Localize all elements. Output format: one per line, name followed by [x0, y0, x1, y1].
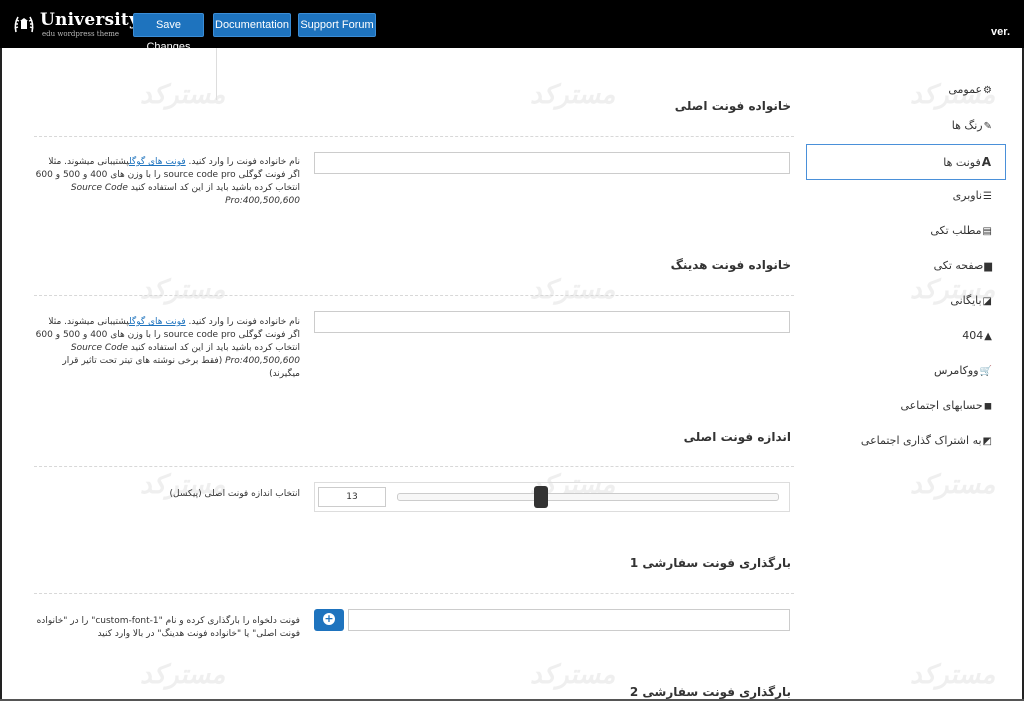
- section-title-custom-font-2: بارگذاری فونت سفارشی 2: [629, 685, 791, 699]
- sidebar-item-label: بایگانی: [950, 294, 982, 307]
- sidebar-item-archive[interactable]: ◪بایگانی: [806, 287, 992, 315]
- cart-icon: 🛒: [979, 366, 992, 377]
- document-icon: ▤: [982, 226, 992, 237]
- logo-title: University: [40, 10, 140, 30]
- sidebar-item-navigation[interactable]: ☰ناوبری: [806, 182, 992, 210]
- main-font-description: نام خانواده فونت را وارد کنید. فونت های …: [34, 156, 300, 208]
- font-size-description: انتخاب اندازه فونت اصلی (پیکسل): [169, 489, 300, 499]
- watermark: مسترکد: [530, 275, 616, 305]
- google-fonts-link[interactable]: فونت های گوگل: [129, 157, 186, 167]
- sidebar-item-fonts[interactable]: Aفونت ها: [806, 144, 1006, 180]
- sidebar-item-woocommerce[interactable]: 🛒ووکامرس: [806, 357, 992, 385]
- window-border-left: [0, 0, 2, 701]
- watermark: مسترکد: [140, 275, 226, 305]
- cogs-icon: ⚙: [983, 85, 992, 96]
- heading-font-input[interactable]: [314, 311, 790, 333]
- sidebar-item-label: حسابهای اجتماعی: [900, 399, 983, 412]
- section-title-custom-font-1: بارگذاری فونت سفارشی 1: [629, 556, 791, 570]
- section-divider: [34, 593, 794, 594]
- laurel-emblem-icon: [14, 16, 34, 33]
- logo: University edu wordpress theme: [12, 10, 139, 40]
- section-divider: [34, 466, 794, 467]
- custom-font-1-input[interactable]: [348, 609, 790, 631]
- brush-icon: ✎: [983, 121, 992, 132]
- sidebar-item-social-sharing[interactable]: ◩به اشتراک گذاری اجتماعی: [806, 427, 992, 455]
- heading-font-description: نام خانواده فونت را وارد کنید. فونت های …: [34, 316, 300, 381]
- watermark: مسترکد: [910, 660, 996, 690]
- upload-button[interactable]: +: [314, 609, 344, 631]
- share-icon: ◩: [982, 436, 992, 447]
- google-fonts-link[interactable]: فونت های گوگل: [129, 317, 186, 327]
- sidebar-item-label: به اشتراک گذاری اجتماعی: [860, 434, 982, 447]
- section-title-main-font: خانواده فونت اصلی: [674, 99, 791, 113]
- sidebar-item-label: عمومی: [948, 83, 983, 96]
- logo-subtitle: edu wordpress theme: [42, 30, 120, 38]
- custom-font-1-description: فونت دلخواه را بارگذاری کرده و نام "cust…: [36, 616, 300, 639]
- sidebar-item-general[interactable]: ⚙عمومی: [806, 76, 992, 104]
- warning-icon: ▲: [984, 331, 992, 342]
- watermark: مسترکد: [140, 80, 226, 110]
- sidebar-item-social-accounts[interactable]: ◼حسابهای اجتماعی: [806, 392, 993, 420]
- section-divider: [34, 295, 794, 296]
- support-forum-button[interactable]: Support Forum: [298, 13, 376, 37]
- sidebar-item-404[interactable]: ▲404: [806, 322, 992, 350]
- sidebar-item-label: صفحه تکی: [933, 259, 984, 272]
- sidebar-item-label: ناوبری: [952, 189, 983, 202]
- save-changes-button[interactable]: Save Changes: [133, 13, 204, 53]
- page-icon: ▆: [984, 261, 992, 272]
- social-icon: ◼: [983, 401, 992, 412]
- watermark: مسترکد: [530, 660, 616, 690]
- watermark: مسترکد: [530, 80, 616, 110]
- section-title-font-size: اندازه فونت اصلی: [683, 430, 791, 444]
- font-icon: A: [981, 155, 991, 169]
- section-divider: [34, 136, 794, 137]
- sidebar-item-label: فونت ها: [943, 156, 981, 169]
- version-label: ver.: [991, 26, 1010, 38]
- watermark: مسترکد: [140, 660, 226, 690]
- sidebar-item-label: مطلب تکی: [930, 224, 982, 237]
- sidebar-item-single-post[interactable]: ▤مطلب تکی: [806, 217, 992, 245]
- top-bar: University edu wordpress theme Save Chan…: [0, 0, 1024, 53]
- watermark: مسترکد: [910, 470, 996, 500]
- archive-icon: ◪: [982, 296, 992, 307]
- desc-text: نام خانواده فونت را وارد کنید.: [185, 157, 300, 167]
- sidebar-item-colors[interactable]: ✎رنگ ها: [806, 112, 992, 140]
- sidebar-item-single-page[interactable]: ▆صفحه تکی: [806, 252, 992, 280]
- sidebar-item-label: رنگ ها: [951, 119, 983, 132]
- menu-icon: ☰: [983, 191, 992, 202]
- font-size-value-field[interactable]: 13: [318, 487, 386, 507]
- main-font-input[interactable]: [314, 152, 790, 174]
- font-size-slider-handle[interactable]: [534, 486, 548, 508]
- documentation-button[interactable]: Documentation: [213, 13, 291, 37]
- plus-icon: +: [323, 612, 335, 625]
- font-size-slider-track[interactable]: [397, 493, 779, 501]
- section-title-heading-font: خانواده فونت هدینگ: [670, 258, 791, 272]
- divider-line: [216, 48, 217, 100]
- sidebar-item-label: 404: [962, 329, 984, 342]
- desc-text: نام خانواده فونت را وارد کنید.: [185, 317, 300, 327]
- sidebar-item-label: ووکامرس: [933, 364, 979, 377]
